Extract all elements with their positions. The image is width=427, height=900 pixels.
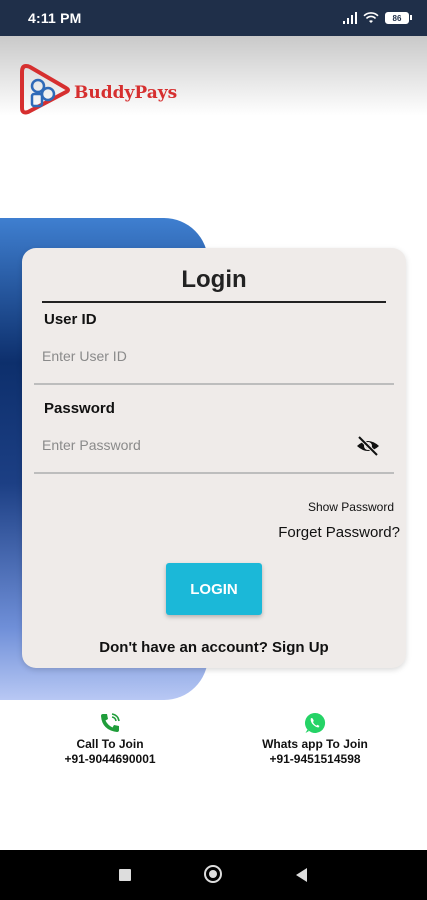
system-nav-bar <box>0 850 427 900</box>
password-label: Password <box>44 400 115 417</box>
title-divider <box>42 301 386 303</box>
whatsapp-label: Whats app To Join <box>262 737 368 751</box>
password-underline <box>34 472 394 474</box>
login-card: Login User ID Password Show Password For… <box>22 248 406 668</box>
call-label: Call To Join <box>76 737 144 751</box>
user-id-input[interactable] <box>40 340 364 372</box>
status-time: 4:11 PM <box>28 10 82 26</box>
whatsapp-to-join[interactable]: Whats app To Join +91-9451514598 <box>255 711 375 767</box>
phone-icon <box>101 713 120 732</box>
eye-off-icon[interactable] <box>355 433 381 459</box>
status-bar: 4:11 PM 86 <box>0 0 427 36</box>
status-icons: 86 <box>343 12 412 24</box>
play-logo-icon <box>20 63 70 115</box>
forget-password-link[interactable]: Forget Password? <box>278 524 400 541</box>
home-circle-icon[interactable] <box>204 865 222 883</box>
call-to-join[interactable]: Call To Join +91-9044690001 <box>50 711 170 767</box>
login-title: Login <box>181 266 247 293</box>
call-number: +91-9044690001 <box>64 752 156 766</box>
signal-icon <box>343 12 357 24</box>
recents-square-icon[interactable] <box>119 869 131 881</box>
battery-level: 86 <box>392 13 402 23</box>
back-triangle-icon[interactable] <box>296 868 307 882</box>
brand-logo: BuddyPays <box>18 58 178 122</box>
wifi-icon <box>363 12 379 23</box>
brand-name: BuddyPays <box>74 83 178 103</box>
whatsapp-number: +91-9451514598 <box>269 752 361 766</box>
password-input[interactable] <box>40 429 364 461</box>
user-id-label: User ID <box>44 311 97 328</box>
battery-icon: 86 <box>385 12 412 24</box>
show-password-label[interactable]: Show Password <box>308 500 394 514</box>
login-button[interactable]: LOGIN <box>166 563 262 615</box>
signup-link[interactable]: Don't have an account? Sign Up <box>22 639 406 656</box>
whatsapp-icon <box>305 712 326 733</box>
user-id-underline <box>34 383 394 385</box>
